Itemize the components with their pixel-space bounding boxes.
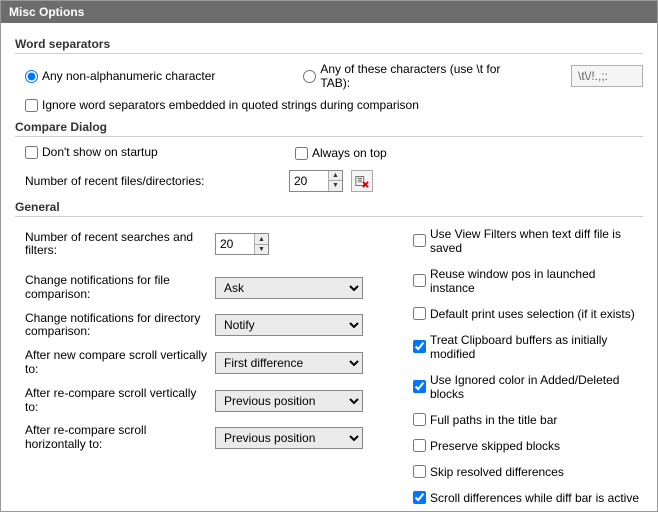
radio-any-of-these-label: Any of these characters (use \t for TAB)…	[320, 62, 523, 90]
compare-dialog-checks: Don't show on startup Always on top	[25, 145, 643, 162]
radio-any-of-these[interactable]: Any of these characters (use \t for TAB)…	[303, 62, 523, 90]
after-recompare-h-row: After re-compare scroll horizontally to:…	[25, 424, 395, 452]
ignore-quoted-row: Ignore word separators embedded in quote…	[25, 98, 643, 112]
recent-searches-row: Number of recent searches and filters: ▲…	[25, 231, 395, 259]
check-default-print-sel[interactable]: Default print uses selection (if it exis…	[413, 307, 643, 321]
check-ignore-quoted-label: Ignore word separators embedded in quote…	[42, 98, 419, 112]
check-full-paths-title[interactable]: Full paths in the title bar	[413, 413, 643, 427]
check-dont-show-startup[interactable]: Don't show on startup	[25, 145, 158, 159]
divider	[15, 53, 643, 54]
recent-files-label: Number of recent files/directories:	[25, 174, 289, 188]
section-compare-dialog: Compare Dialog	[15, 120, 643, 134]
check-use-ignored-color-input[interactable]	[413, 380, 426, 393]
check-full-paths-title-input[interactable]	[413, 413, 426, 426]
check-full-paths-title-label: Full paths in the title bar	[430, 413, 557, 427]
radio-any-non-alnum-label: Any non-alphanumeric character	[42, 69, 215, 83]
window-title: Misc Options	[1, 1, 657, 23]
recent-searches-spinner[interactable]: ▲ ▼	[215, 233, 269, 255]
change-notif-file-row: Change notifications for file comparison…	[25, 274, 395, 302]
check-scroll-diff-active-label: Scroll differences while diff bar is act…	[430, 491, 639, 505]
check-default-print-sel-label: Default print uses selection (if it exis…	[430, 307, 635, 321]
spinner-up-icon[interactable]: ▲	[329, 171, 342, 182]
after-new-compare-v-row: After new compare scroll vertically to: …	[25, 349, 395, 377]
general-right-col: Use View Filters when text diff file is …	[413, 225, 643, 517]
check-skip-resolved-input[interactable]	[413, 465, 426, 478]
change-notif-file-select[interactable]: Ask	[215, 277, 363, 299]
check-use-view-filters[interactable]: Use View Filters when text diff file is …	[413, 227, 643, 255]
check-ignore-quoted-input[interactable]	[25, 99, 38, 112]
recent-files-value[interactable]	[290, 171, 328, 191]
word-sep-radio-row: Any non-alphanumeric character Any of th…	[25, 62, 643, 90]
spinner-buttons[interactable]: ▲ ▼	[328, 171, 342, 191]
after-recompare-v-row: After re-compare scroll vertically to: P…	[25, 387, 395, 415]
word-sep-chars-input[interactable]	[571, 65, 643, 87]
check-ignore-quoted[interactable]: Ignore word separators embedded in quote…	[25, 98, 419, 112]
check-dont-show-startup-input[interactable]	[25, 146, 38, 159]
check-preserve-skipped[interactable]: Preserve skipped blocks	[413, 439, 643, 453]
change-notif-dir-label: Change notifications for directory compa…	[25, 312, 215, 340]
radio-any-of-these-input[interactable]	[303, 70, 316, 83]
after-new-compare-v-select[interactable]: First difference	[215, 352, 363, 374]
general-left-col: Number of recent searches and filters: ▲…	[25, 225, 395, 517]
check-treat-clipboard-input[interactable]	[413, 340, 426, 353]
divider	[15, 216, 643, 217]
check-use-ignored-color[interactable]: Use Ignored color in Added/Deleted block…	[413, 373, 643, 401]
content-area: Word separators Any non-alphanumeric cha…	[1, 23, 657, 527]
check-reuse-window-pos-label: Reuse window pos in launched instance	[430, 267, 643, 295]
recent-searches-value[interactable]	[216, 234, 254, 254]
radio-any-non-alnum-input[interactable]	[25, 70, 38, 83]
check-preserve-skipped-label: Preserve skipped blocks	[430, 439, 560, 453]
check-always-on-top-label: Always on top	[312, 146, 387, 160]
clear-recent-icon	[355, 174, 369, 188]
check-treat-clipboard-label: Treat Clipboard buffers as initially mod…	[430, 333, 643, 361]
recent-searches-label: Number of recent searches and filters:	[25, 231, 215, 259]
recent-files-row: Number of recent files/directories: ▲ ▼	[25, 170, 643, 192]
check-dont-show-startup-label: Don't show on startup	[42, 145, 158, 159]
general-grid: Number of recent searches and filters: ▲…	[25, 225, 643, 517]
divider	[15, 136, 643, 137]
after-recompare-v-select[interactable]: Previous position	[215, 390, 363, 412]
check-use-view-filters-input[interactable]	[413, 234, 426, 247]
spinner-down-icon[interactable]: ▼	[255, 245, 268, 255]
check-always-on-top-input[interactable]	[295, 147, 308, 160]
check-default-print-sel-input[interactable]	[413, 307, 426, 320]
check-reuse-window-pos[interactable]: Reuse window pos in launched instance	[413, 267, 643, 295]
check-use-view-filters-label: Use View Filters when text diff file is …	[430, 227, 643, 255]
spinner-down-icon[interactable]: ▼	[329, 181, 342, 191]
section-word-separators: Word separators	[15, 37, 643, 51]
section-general: General	[15, 200, 643, 214]
check-skip-resolved-label: Skip resolved differences	[430, 465, 564, 479]
after-recompare-h-label: After re-compare scroll horizontally to:	[25, 424, 215, 452]
check-treat-clipboard[interactable]: Treat Clipboard buffers as initially mod…	[413, 333, 643, 361]
spinner-up-icon[interactable]: ▲	[255, 234, 268, 245]
change-notif-dir-select[interactable]: Notify	[215, 314, 363, 336]
check-scroll-diff-active[interactable]: Scroll differences while diff bar is act…	[413, 491, 643, 505]
after-recompare-v-label: After re-compare scroll vertically to:	[25, 387, 215, 415]
check-reuse-window-pos-input[interactable]	[413, 274, 426, 287]
check-skip-resolved[interactable]: Skip resolved differences	[413, 465, 643, 479]
after-recompare-h-select[interactable]: Previous position	[215, 427, 363, 449]
check-preserve-skipped-input[interactable]	[413, 439, 426, 452]
check-scroll-diff-active-input[interactable]	[413, 491, 426, 504]
spinner-buttons[interactable]: ▲ ▼	[254, 234, 268, 254]
recent-files-spinner[interactable]: ▲ ▼	[289, 170, 343, 192]
check-always-on-top[interactable]: Always on top	[295, 146, 387, 160]
clear-recent-button[interactable]	[351, 170, 373, 192]
change-notif-dir-row: Change notifications for directory compa…	[25, 312, 395, 340]
change-notif-file-label: Change notifications for file comparison…	[25, 274, 215, 302]
check-use-ignored-color-label: Use Ignored color in Added/Deleted block…	[430, 373, 643, 401]
radio-any-non-alnum[interactable]: Any non-alphanumeric character	[25, 69, 273, 83]
after-new-compare-v-label: After new compare scroll vertically to:	[25, 349, 215, 377]
